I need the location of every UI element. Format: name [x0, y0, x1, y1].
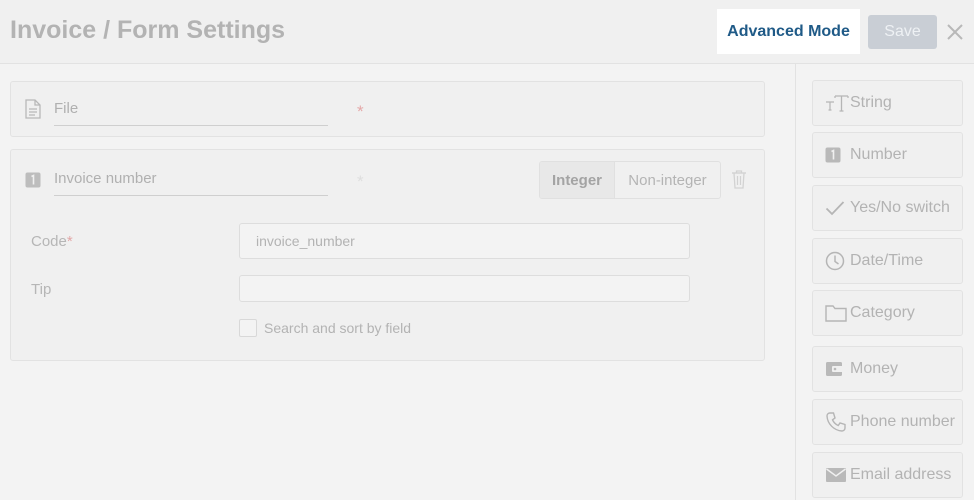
- toolbox-item-money[interactable]: Money: [812, 346, 963, 392]
- toolbox-item-label: Phone number: [850, 413, 955, 430]
- search-sort-label[interactable]: Search and sort by field: [264, 320, 411, 336]
- header-bar: Invoice / Form Settings Advanced Mode Sa…: [0, 0, 974, 64]
- phone-icon: [825, 411, 849, 433]
- envelope-icon: [825, 464, 849, 486]
- code-input[interactable]: invoice_number: [239, 223, 690, 259]
- field-name-underline: [54, 125, 328, 126]
- code-label: Code*: [31, 233, 73, 250]
- text-icon: [825, 92, 849, 114]
- toolbox-item-label: Date/Time: [850, 252, 924, 269]
- toolbox-item-label: Money: [850, 360, 899, 377]
- sidebar-divider: [795, 64, 796, 500]
- toolbox-item-label: Number: [850, 146, 907, 163]
- toolbox-item-label: Category: [850, 304, 915, 321]
- toolbox-item-yes-no-switch[interactable]: Yes/No switch: [812, 185, 963, 231]
- clock-icon: [825, 250, 849, 272]
- field-name-underline: [54, 195, 328, 196]
- advanced-mode-button[interactable]: Advanced Mode: [717, 9, 860, 54]
- document-icon: [25, 99, 41, 124]
- field-name-invoice-number[interactable]: Invoice number: [54, 170, 157, 187]
- required-indicator: *: [66, 233, 73, 250]
- toolbox-item-date-time[interactable]: Date/Time: [812, 238, 963, 284]
- check-icon: [825, 197, 849, 219]
- tip-label: Tip: [31, 281, 52, 298]
- non-integer-option[interactable]: Non-integer: [615, 162, 720, 198]
- required-indicator: *: [357, 102, 364, 121]
- page-title: Invoice / Form Settings: [10, 16, 286, 44]
- toolbox-item-label: Yes/No switch: [850, 199, 950, 216]
- toolbox-item-category[interactable]: Category: [812, 290, 963, 336]
- save-button[interactable]: Save: [868, 15, 937, 49]
- code-input-value: invoice_number: [256, 233, 355, 249]
- number-icon: [825, 144, 849, 166]
- search-sort-checkbox[interactable]: [239, 319, 257, 337]
- field-card-invoice-number[interactable]: Invoice number * Integer Non-integer Cod…: [10, 149, 765, 361]
- toolbox-item-label: String: [850, 94, 892, 111]
- field-name-file[interactable]: File: [54, 100, 78, 117]
- toolbox-item-string[interactable]: String: [812, 80, 963, 126]
- number-icon: [25, 172, 41, 193]
- folder-icon: [825, 302, 849, 324]
- wallet-icon: [825, 358, 849, 380]
- field-card-file[interactable]: File *: [10, 81, 765, 137]
- integer-option[interactable]: Integer: [540, 162, 615, 198]
- required-indicator: *: [357, 172, 364, 191]
- toolbox-item-email-address[interactable]: Email address: [812, 452, 963, 498]
- number-type-selector: Integer Non-integer: [539, 161, 721, 199]
- toolbox-item-number[interactable]: Number: [812, 132, 963, 178]
- toolbox-item-label: Email address: [850, 466, 952, 483]
- trash-icon[interactable]: [731, 169, 747, 194]
- tip-input[interactable]: [239, 275, 690, 302]
- close-icon[interactable]: [942, 18, 968, 46]
- toolbox-item-phone-number[interactable]: Phone number: [812, 399, 963, 445]
